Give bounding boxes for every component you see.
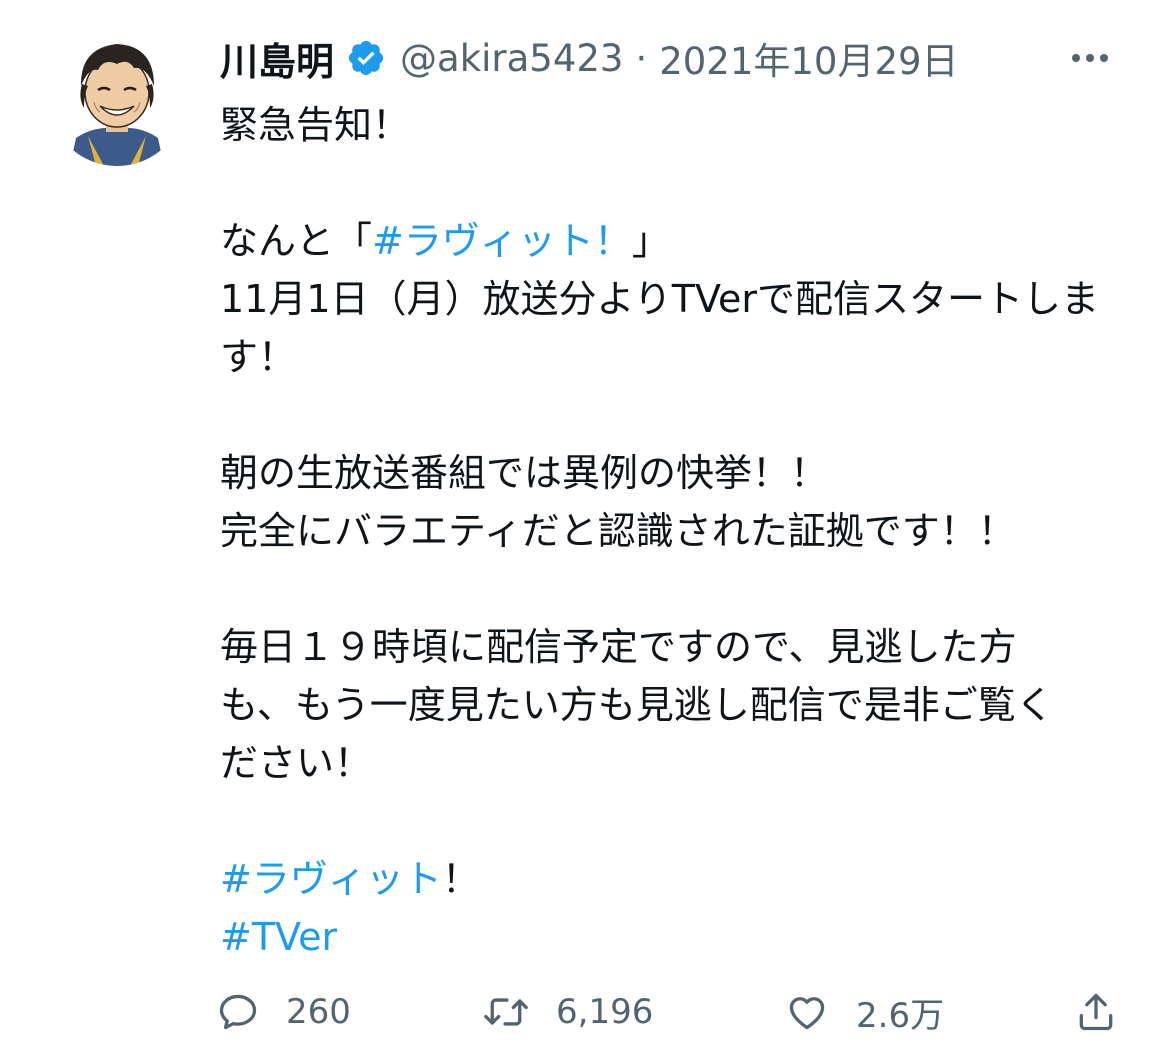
retweet-count: 6,196 [556,992,654,1032]
tweet: 川島明 @akira5423 · 2021年10月29日 緊急告知！ なんと「#… [0,0,1170,1058]
tweet-line: 緊急告知！ [220,103,411,147]
like-icon [784,990,830,1034]
tweet-header: 川島明 @akira5423 · 2021年10月29日 [220,30,1130,86]
hashtag-link[interactable]: #ラヴィット！ [372,219,632,263]
hashtag-link[interactable]: #TVer [220,915,337,959]
tweet-line: 完全にバラエティだと認識された証拠です！！ [220,509,1016,553]
user-handle[interactable]: @akira5423 [400,37,623,80]
tweet-line: も、もう一度見たい方も見逃し配信で是非ご覧く [220,683,1054,727]
tweet-line: #TVer [220,908,1140,966]
hashtag-link[interactable]: #ラヴィット [220,857,442,901]
tweet-date[interactable]: 2021年10月29日 [659,31,958,85]
share-button[interactable] [1074,982,1118,1042]
like-button[interactable]: 2.6万 [784,982,944,1042]
separator-dot: · [635,36,648,80]
like-count: 2.6万 [856,995,945,1036]
reply-button[interactable]: 260 [216,982,351,1042]
tweet-text-span: ！ [441,857,480,901]
tweet-text-span: 」 [631,219,670,263]
tweet-line: ださい！ [220,741,373,785]
reply-count: 260 [286,992,351,1032]
more-icon[interactable] [1060,38,1120,78]
tweet-line: 朝の生放送番組では異例の快挙！！ [220,451,829,495]
tweet-text-span: なんと「 [220,219,373,263]
tweet-line: なんと「#ラヴィット！」 [220,212,1140,270]
reply-icon [216,990,260,1034]
tweet-text: 緊急告知！ なんと「#ラヴィット！」 11月1日（月）放送分よりTVerで配信ス… [220,96,1140,966]
share-icon [1074,990,1118,1034]
retweet-icon [482,990,530,1034]
tweet-line: す！ [220,335,297,379]
action-bar: 260 6,196 2.6万 [216,982,1136,1042]
avatar[interactable] [48,28,186,166]
display-name[interactable]: 川島明 [220,31,334,86]
tweet-line: 11月1日（月）放送分よりTVerで配信スタートしま [220,277,1100,321]
tweet-line: #ラヴィット！ [220,850,1140,908]
retweet-button[interactable]: 6,196 [482,982,653,1042]
verified-badge-icon [346,38,386,78]
tweet-line: 毎日１９時頃に配信予定ですので、見逃した方 [220,625,1017,669]
